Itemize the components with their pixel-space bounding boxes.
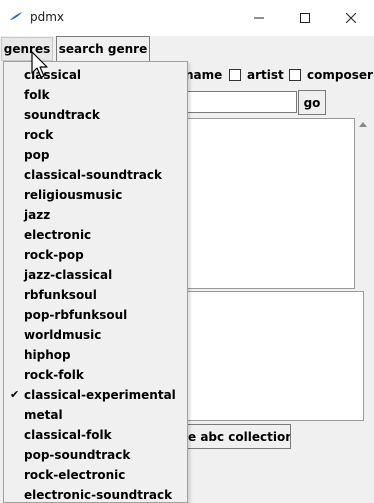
results-list[interactable] bbox=[186, 118, 355, 289]
genre-item-soundtrack[interactable]: soundtrack bbox=[24, 108, 100, 122]
scroll-up-arrow-icon[interactable] bbox=[359, 122, 367, 127]
genre-item-pop[interactable]: pop bbox=[24, 148, 49, 162]
genre-item-rbfunksoul[interactable]: rbfunksoul bbox=[24, 288, 97, 302]
search-input[interactable] bbox=[186, 91, 297, 113]
genre-item-pop-soundtrack[interactable]: pop-soundtrack bbox=[24, 448, 130, 462]
save-abc-collection-button[interactable]: e abc collection bbox=[176, 424, 291, 449]
genre-item-folk[interactable]: folk bbox=[24, 88, 50, 102]
collection-list[interactable] bbox=[186, 291, 364, 421]
genre-item-jazz-classical[interactable]: jazz-classical bbox=[24, 268, 112, 282]
genre-item-electronic[interactable]: electronic bbox=[24, 228, 91, 242]
genre-item-classical-folk[interactable]: classical-folk bbox=[24, 428, 112, 442]
maximize-icon bbox=[300, 13, 310, 23]
composer-checkbox-box[interactable] bbox=[289, 69, 301, 81]
checkmark-icon: ✔ bbox=[10, 388, 20, 401]
genre-item-hiphop[interactable]: hiphop bbox=[24, 348, 71, 362]
genre-item-religiousmusic[interactable]: religiousmusic bbox=[24, 188, 122, 202]
genre-item-rock[interactable]: rock bbox=[24, 128, 53, 142]
genre-item-rock-electronic[interactable]: rock-electronic bbox=[24, 468, 125, 482]
results-scrollbar[interactable] bbox=[355, 118, 372, 289]
go-button[interactable]: go bbox=[298, 90, 326, 115]
maximize-button[interactable] bbox=[282, 0, 328, 36]
feather-icon bbox=[10, 12, 22, 20]
artist-checkbox-label: artist bbox=[247, 68, 284, 82]
mouse-cursor-icon bbox=[31, 51, 48, 78]
name-checkbox-label: name bbox=[185, 68, 223, 82]
minimize-button[interactable] bbox=[236, 0, 282, 36]
name-checkbox[interactable]: name bbox=[185, 68, 223, 82]
window-title: pdmx bbox=[30, 10, 65, 24]
composer-checkbox-label: composer bbox=[307, 68, 373, 82]
search-genre-button[interactable]: search genre bbox=[56, 36, 150, 62]
composer-checkbox[interactable]: composer bbox=[289, 68, 373, 82]
artist-checkbox[interactable]: artist bbox=[229, 68, 284, 82]
minimize-icon bbox=[254, 17, 264, 19]
artist-checkbox-box[interactable] bbox=[229, 69, 241, 81]
close-button[interactable] bbox=[328, 0, 374, 36]
title-bar: pdmx bbox=[0, 0, 374, 36]
genre-item-pop-rbfunksoul[interactable]: pop-rbfunksoul bbox=[24, 308, 127, 322]
genre-item-rock-folk[interactable]: rock-folk bbox=[24, 368, 84, 382]
genres-dropdown-menu: classical folk soundtrack rock pop class… bbox=[3, 61, 188, 503]
genre-item-metal[interactable]: metal bbox=[24, 408, 63, 422]
genre-item-rock-pop[interactable]: rock-pop bbox=[24, 248, 84, 262]
genre-item-electronic-soundtrack[interactable]: electronic-soundtrack bbox=[24, 488, 172, 502]
close-icon bbox=[346, 13, 356, 23]
genre-item-classical-soundtrack[interactable]: classical-soundtrack bbox=[24, 168, 162, 182]
genre-item-jazz[interactable]: jazz bbox=[24, 208, 50, 222]
genre-item-worldmusic[interactable]: worldmusic bbox=[24, 328, 101, 342]
genre-item-classical-experimental[interactable]: classical-experimental bbox=[24, 388, 176, 402]
